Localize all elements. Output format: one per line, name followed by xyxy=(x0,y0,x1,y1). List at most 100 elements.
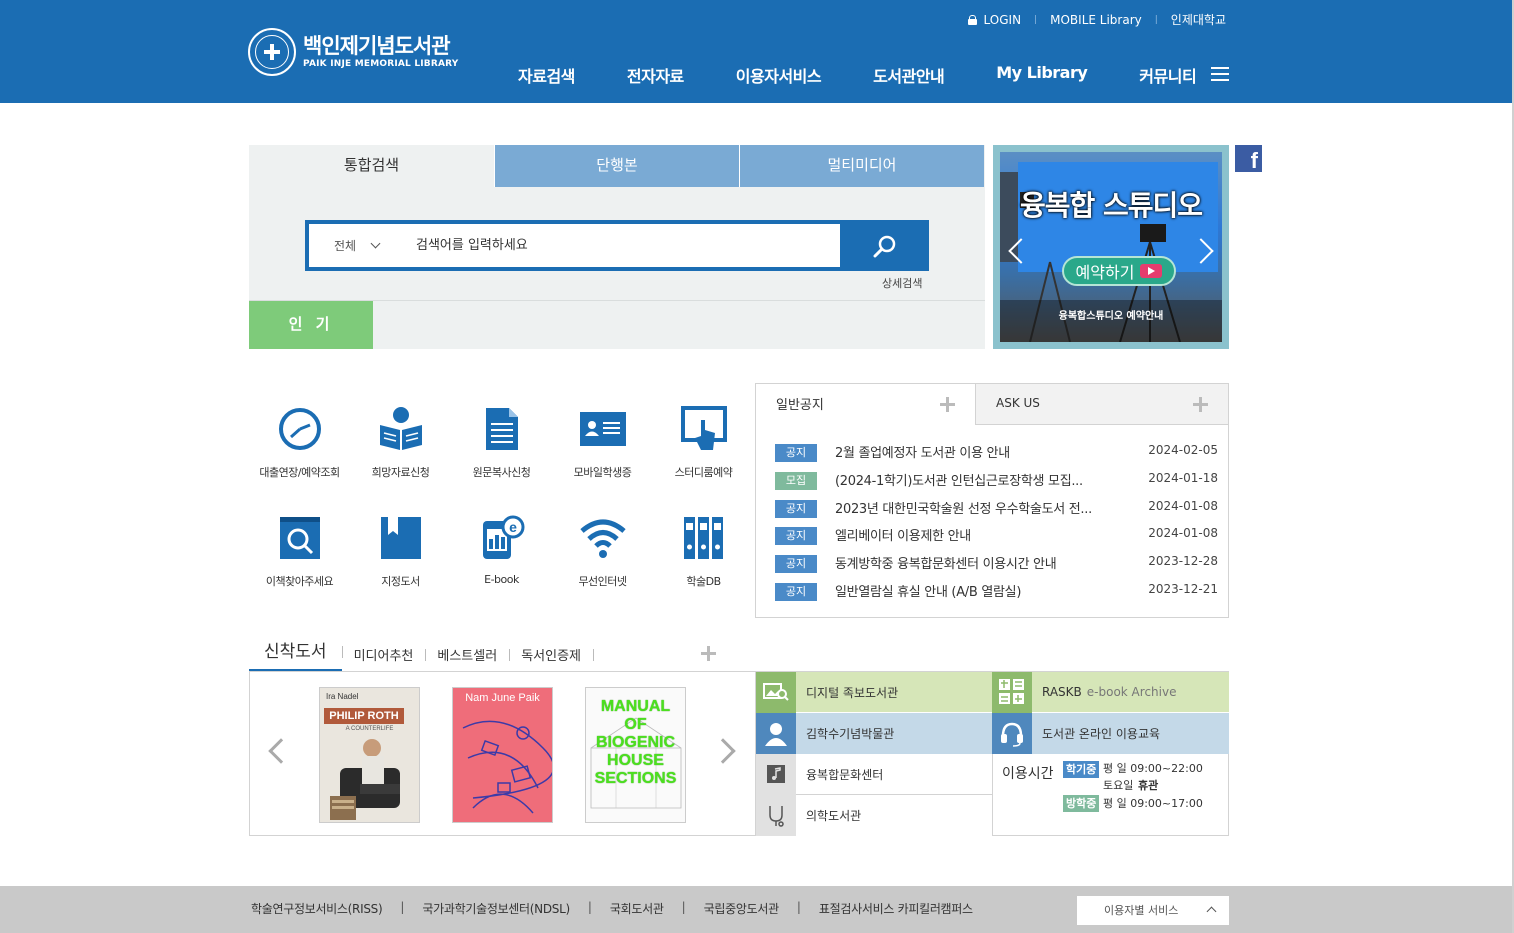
ebook-icon: e xyxy=(479,515,525,561)
quick-purchase-request[interactable]: 희망자료신청 xyxy=(350,406,451,480)
link-label: 도서관 온라인 이용교육 xyxy=(1042,727,1161,741)
reader-icon xyxy=(378,406,424,452)
link-label: 디지털 족보도서관 xyxy=(806,685,899,700)
book-photo xyxy=(330,739,400,820)
notice-list: 공지 2월 졸업예정자 도서관 이용 안내 2024-02-05 모집 (202… xyxy=(775,442,1218,609)
link-digital-genealogy[interactable]: 디지털 족보도서관 xyxy=(756,671,992,713)
link-culture-center[interactable]: 융복합문화센터 xyxy=(756,753,992,795)
link-online-education[interactable]: 도서관 온라인 이용교육 xyxy=(992,713,1229,754)
semester-weekday-hours: 평 일 09:00~22:00 xyxy=(1103,762,1203,775)
more-ask-us-icon[interactable] xyxy=(1193,397,1208,412)
photo-search-icon xyxy=(756,671,796,713)
notice-item[interactable]: 공지 2023년 대한민국학술원 선정 우수학술도서 전... 2024-01-… xyxy=(775,498,1218,526)
more-books-icon[interactable] xyxy=(701,646,716,661)
studio-banner[interactable]: 융복합 스튜디오 예약하기 융복합스튜디오 예약안내 xyxy=(993,145,1229,349)
footer-link-national-assembly[interactable]: 국회도서관 xyxy=(610,900,664,917)
notice-date: 2023-12-21 xyxy=(1148,581,1218,596)
library-logo[interactable]: 백인제기념도서관 PAIK INJE MEMORIAL LIBRARY xyxy=(248,28,459,76)
tab-media-recommend[interactable]: 미디어추천 xyxy=(342,645,427,672)
nav-community[interactable]: 커뮤니티 xyxy=(1139,63,1196,87)
quick-reserve-books[interactable]: 지정도서 xyxy=(350,515,451,589)
database-binders-icon xyxy=(681,515,727,561)
search-input[interactable] xyxy=(404,224,840,267)
opening-hours: 이용시간 학기중 평 일 09:00~22:00 토요일 휴관 방학중 평 일 … xyxy=(992,754,1229,836)
facebook-icon[interactable]: f xyxy=(1235,145,1262,173)
quick-find-book[interactable]: 이책찾아주세요 xyxy=(249,515,350,589)
link-sublabel: e-book Archive xyxy=(1086,685,1177,699)
mobile-library-link[interactable]: MOBILE Library xyxy=(1050,13,1142,27)
person-icon xyxy=(756,713,796,754)
lock-icon xyxy=(967,14,977,25)
banner-image: 융복합 스튜디오 예약하기 융복합스튜디오 예약안내 xyxy=(1000,152,1222,342)
quick-wifi[interactable]: 무선인터넷 xyxy=(552,515,653,589)
nav-services[interactable]: 이용자서비스 xyxy=(736,63,822,87)
notice-item[interactable]: 공지 일반열람실 휴실 안내 (A/B 열람실) 2023-12-21 xyxy=(775,581,1218,609)
tab-reading-certification[interactable]: 독서인증제 xyxy=(509,645,594,672)
footer-link-ndsl[interactable]: 국가과학기술정보센터(NDSL) xyxy=(422,900,570,917)
seal-icon xyxy=(248,28,296,76)
search-panel: 통합검색 단행본 멀티미디어 전체 상세검색 인 기 xyxy=(249,145,985,349)
nav-about[interactable]: 도서관안내 xyxy=(873,63,945,87)
search-scope-select[interactable]: 전체 xyxy=(309,224,404,267)
login-link[interactable]: LOGIN xyxy=(984,13,1022,27)
book-search-icon xyxy=(277,515,323,561)
book-cover[interactable]: Ira Nadel PHILIP ROTH A COUNTERLIFE xyxy=(319,687,420,823)
notice-badge: 공지 xyxy=(775,555,817,574)
book-cover[interactable]: MANUAL OF BIOGENIC HOUSE SECTIONS xyxy=(585,687,686,823)
quick-mobile-id[interactable]: 모바일학생증 xyxy=(552,406,653,480)
tab-bestseller[interactable]: 베스트셀러 xyxy=(425,645,511,672)
quick-academic-db[interactable]: 학술DB xyxy=(653,515,754,589)
menu-icon[interactable] xyxy=(1211,67,1229,82)
separator: | xyxy=(587,900,592,914)
semester-badge: 학기중 xyxy=(1063,761,1100,778)
notice-item[interactable]: 모집 (2024-1학기)도서관 인턴십근로장학생 모집... 2024-01-… xyxy=(775,470,1218,498)
search-button[interactable] xyxy=(840,220,929,271)
link-museum[interactable]: 김학수기념박물관 xyxy=(756,713,992,754)
play-icon xyxy=(1140,264,1163,278)
notice-badge: 모집 xyxy=(775,471,817,490)
link-label: 융복합문화센터 xyxy=(806,767,884,782)
quick-loan-renewal[interactable]: 대출연장/예약조회 xyxy=(249,406,350,480)
quick-ebook[interactable]: e E-book xyxy=(451,515,552,586)
advanced-search-link[interactable]: 상세검색 xyxy=(882,275,922,291)
book-illustration xyxy=(462,720,552,814)
bookmark-book-icon xyxy=(378,515,424,561)
footer-link-copykiller[interactable]: 표절검사서비스 카피킬러캠퍼스 xyxy=(819,900,973,917)
tab-multimedia[interactable]: 멀티미디어 xyxy=(739,145,984,187)
logo-english: PAIK INJE MEMORIAL LIBRARY xyxy=(303,59,459,69)
nav-search[interactable]: 자료검색 xyxy=(518,63,575,87)
notice-item[interactable]: 공지 2월 졸업예정자 도서관 이용 안내 2024-02-05 xyxy=(775,442,1218,470)
notice-title: 엘리베이터 이용제한 안내 xyxy=(835,529,971,545)
prev-book-icon[interactable] xyxy=(268,738,294,764)
quick-label: 대출연장/예약조회 xyxy=(259,466,340,479)
notice-date: 2023-12-28 xyxy=(1148,554,1218,569)
quick-label: 무선인터넷 xyxy=(578,575,627,588)
footer-link-national-library[interactable]: 국립중앙도서관 xyxy=(704,900,779,917)
separator: | xyxy=(1034,14,1038,25)
reserve-button[interactable]: 예약하기 xyxy=(1062,256,1176,286)
tab-label: 미디어추천 xyxy=(353,649,414,664)
quick-study-room[interactable]: 스터디룸예약 xyxy=(653,406,754,480)
more-notice-icon[interactable] xyxy=(940,397,955,412)
raskb-logo-icon xyxy=(992,671,1032,713)
tab-new-books[interactable]: 신착도서 xyxy=(249,637,343,672)
footer-link-riss[interactable]: 학술연구정보서비스(RISS) xyxy=(251,900,383,917)
notice-item[interactable]: 공지 동계방학중 융복합문화센터 이용시간 안내 2023-12-28 xyxy=(775,553,1218,581)
university-link[interactable]: 인제대학교 xyxy=(1171,11,1226,28)
link-medical-library[interactable]: 의학도서관 xyxy=(756,795,992,836)
tab-ask-us[interactable]: ASK US xyxy=(975,384,1228,425)
notice-title: 동계방학중 융복합문화센터 이용시간 안내 xyxy=(835,557,1057,573)
link-label: 의학도서관 xyxy=(806,809,862,823)
tab-monographs[interactable]: 단행본 xyxy=(494,145,739,187)
tab-integrated-search[interactable]: 통합검색 xyxy=(249,145,494,187)
nav-my-library[interactable]: My Library xyxy=(996,63,1088,87)
music-icon xyxy=(756,753,796,795)
book-cover[interactable]: Nam June Paik xyxy=(452,687,553,823)
user-service-select[interactable]: 이용자별 서비스 xyxy=(1077,896,1229,925)
link-raskb[interactable]: RASKB e-book Archive xyxy=(992,671,1229,713)
notice-item[interactable]: 공지 엘리베이터 이용제한 안내 2024-01-08 xyxy=(775,525,1218,553)
quick-copy-request[interactable]: 원문복사신청 xyxy=(451,406,552,480)
nav-electronic[interactable]: 전자자료 xyxy=(627,63,684,87)
search-icon xyxy=(873,235,895,257)
next-book-icon[interactable] xyxy=(710,738,736,764)
